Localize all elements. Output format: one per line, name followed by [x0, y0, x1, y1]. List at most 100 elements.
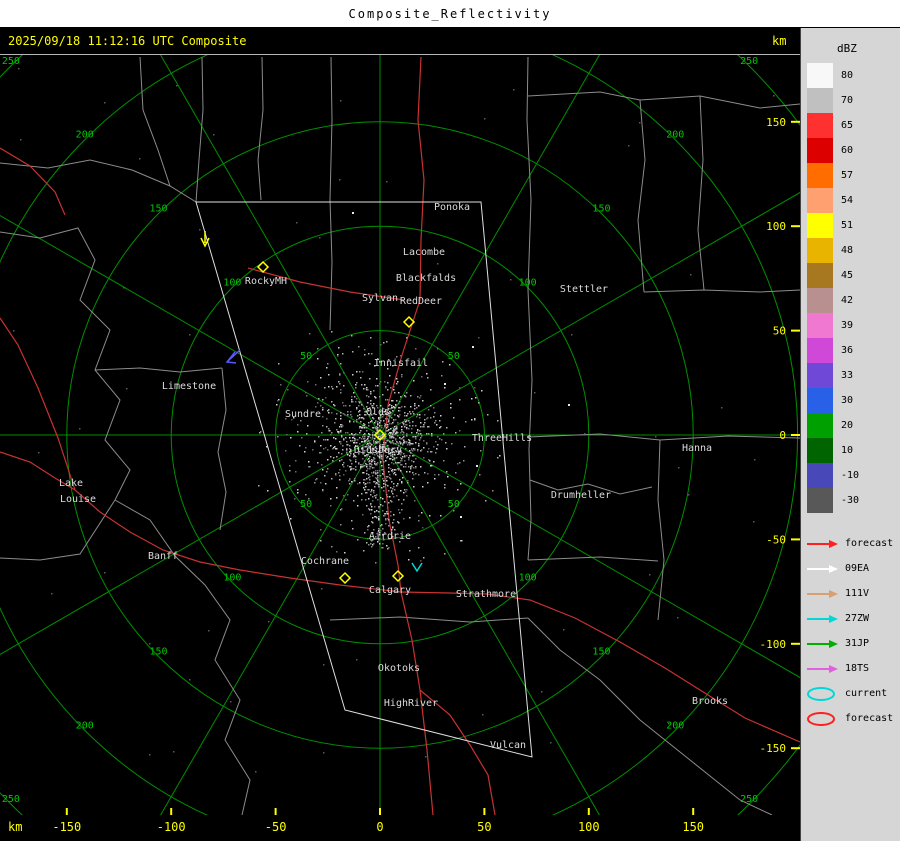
bottom-axis-label: -50 [264, 820, 287, 834]
colorbar-value-label: 10 [841, 445, 854, 456]
legend-label: current [845, 688, 888, 699]
highway-line [400, 591, 800, 743]
ring-distance-label: 100 [519, 573, 537, 584]
radar-application-window: Composite_Reflectivity 2025/09/18 11:12:… [0, 0, 900, 841]
city-label: Vulcan [490, 740, 526, 751]
boundary-line [637, 99, 646, 293]
ring-distance-label: 50 [448, 499, 460, 510]
legend-item-09EA: 09EA [805, 556, 900, 581]
ring-distance-label: 50 [300, 351, 312, 362]
city-label: ThreeHills [472, 433, 532, 444]
ring-distance-label: 200 [666, 720, 684, 731]
colorbar-entry: 30 [807, 388, 900, 413]
boundary-line [526, 56, 533, 561]
colorbar-value-label: 80 [841, 70, 854, 81]
colorbar-swatch [807, 488, 833, 513]
legend-arrow-icon [807, 614, 838, 623]
ring-distance-label: 150 [150, 646, 168, 657]
aircraft-arrow-blue [225, 349, 241, 364]
city-label: Lake [59, 478, 83, 489]
city-label: RockyMH [245, 276, 287, 287]
colorbar-value-label: 51 [841, 220, 854, 231]
colorbar-entry: 70 [807, 88, 900, 113]
colorbar-value-label: -10 [841, 470, 860, 481]
legend-arrow-icon [807, 639, 838, 648]
aircraft-chevron-cyan [411, 562, 423, 573]
colorbar-swatch [807, 338, 833, 363]
legend-label: forecast [845, 538, 894, 549]
legend-label: forecast [845, 713, 894, 724]
right-axis-label: -100 [760, 638, 787, 651]
colorbar-entry: 39 [807, 313, 900, 338]
colorbar-swatch [807, 413, 833, 438]
colorbar-swatch [807, 288, 833, 313]
radar-map-display[interactable]: 50 50 50 50 100 100 100 100 150 150 150 150 200 200 20… [0, 55, 800, 815]
colorbar-value-label: 54 [841, 195, 854, 206]
city-label: Sundre [285, 409, 321, 420]
legend-arrow-icon [807, 539, 838, 548]
colorbar-swatch [807, 113, 833, 138]
legend-label: 09EA [845, 563, 870, 574]
colorbar-swatch [807, 63, 833, 88]
site-diamond-marker [391, 569, 405, 583]
ring-distance-label: 250 [2, 794, 20, 805]
bottom-axis-label: -150 [52, 820, 82, 834]
bottom-axis-label: 0 [376, 820, 384, 834]
colorbar-entry: 45 [807, 263, 900, 288]
boundary-line [114, 499, 251, 815]
city-label: Blackfalds [396, 273, 456, 284]
colorbar-entry: 33 [807, 363, 900, 388]
colorbar-value-label: 33 [841, 370, 854, 381]
colorbar-title: dBZ [837, 42, 857, 55]
ring-distance-label: 250 [740, 794, 758, 805]
colorbar-entry: 48 [807, 238, 900, 263]
boundary-line [697, 95, 705, 291]
colorbar-entry: 80 [807, 63, 900, 88]
boundary-line [527, 617, 773, 815]
colorbar-swatch [807, 238, 833, 263]
colorbar-swatch [807, 263, 833, 288]
boundary-line [527, 91, 800, 109]
colorbar-entry: 42 [807, 288, 900, 313]
city-label: RedDeer [400, 296, 442, 307]
colorbar-entry: 20 [807, 413, 900, 438]
legend-ellipse-icon [807, 711, 835, 726]
colorbar-swatch [807, 88, 833, 113]
city-label: Airdrie [369, 531, 411, 542]
window-titlebar: Composite_Reflectivity [0, 0, 900, 28]
colorbar-value-label: 70 [841, 95, 854, 106]
colorbar-entry: 65 [807, 113, 900, 138]
ring-distance-label: 250 [740, 56, 758, 67]
colorbar-swatch [807, 213, 833, 238]
boundary-line [329, 616, 529, 623]
right-axis-unit-label: km [772, 34, 787, 48]
map-point-marker [352, 212, 354, 214]
legend-arrow-icon [807, 564, 838, 573]
map-header: 2025/09/18 11:12:16 UTC Composite km [0, 28, 800, 55]
city-label: Calgary [369, 585, 411, 596]
ring-distance-label: 100 [519, 277, 537, 288]
legend-label: 18TS [845, 663, 870, 674]
ring-distance-label: 150 [592, 646, 610, 657]
city-label: Cochrane [301, 556, 349, 567]
reflectivity-colorbar: 80 70 65 60 57 54 51 48 45 42 39 36 33 30 20 10 -10 -30 [807, 63, 900, 513]
city-label: HighRiver [384, 698, 438, 709]
city-label: Stettler [560, 284, 608, 295]
bottom-axis-label: 50 [477, 820, 492, 834]
colorbar-entry: 60 [807, 138, 900, 163]
colorbar-value-label: 36 [841, 345, 854, 356]
bottom-axis-label: 150 [682, 820, 705, 834]
legend-item-18TS: 18TS [805, 656, 900, 681]
city-labels: Ponoka Lacombe Blackfalds Sylvan RedDeer Rock… [59, 202, 728, 751]
colorbar-value-label: 48 [841, 245, 854, 256]
colorbar-swatch [807, 463, 833, 488]
boundary-line [217, 367, 227, 531]
highway-line [0, 147, 66, 216]
city-label: Brooks [692, 696, 728, 707]
colorbar-value-label: 65 [841, 120, 854, 131]
right-axis-label: 0 [779, 429, 786, 442]
right-axis-label: 50 [773, 325, 786, 338]
ring-distance-label: 50 [300, 499, 312, 510]
bottom-axis-unit-label: km [8, 820, 23, 834]
colorbar-value-label: 30 [841, 395, 854, 406]
